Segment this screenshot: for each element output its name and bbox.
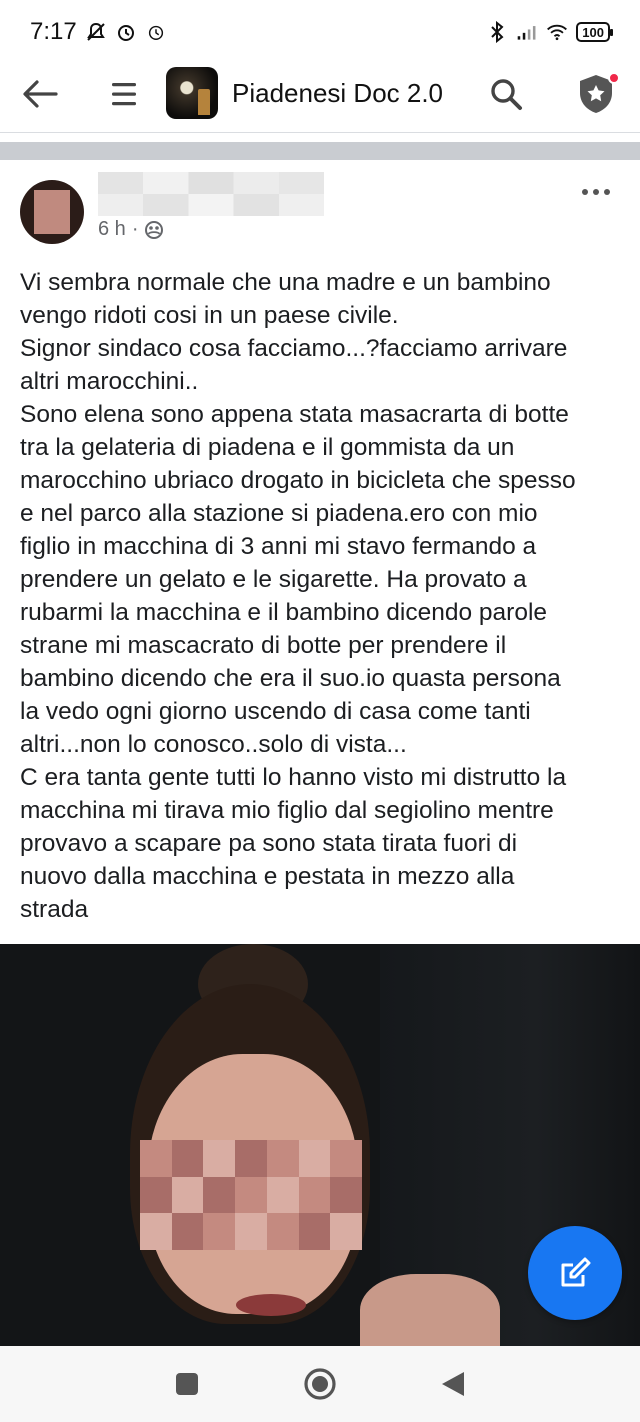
- notification-dot: [608, 72, 620, 84]
- circle-icon: [304, 1368, 336, 1400]
- home-button[interactable]: [296, 1360, 344, 1408]
- photo-pixelated-eyes: [140, 1140, 362, 1250]
- search-button[interactable]: [484, 72, 528, 116]
- system-nav-bar: [0, 1346, 640, 1422]
- admin-tools-button[interactable]: [572, 70, 620, 118]
- group-members-icon: [145, 220, 164, 239]
- back-button[interactable]: [18, 72, 62, 116]
- status-right: 100: [486, 21, 613, 43]
- app-bar-divider: [0, 132, 640, 133]
- group-avatar[interactable]: [166, 67, 218, 119]
- triangle-back-icon: [442, 1372, 465, 1396]
- author-name-redacted[interactable]: [98, 172, 324, 216]
- wifi-icon: [546, 21, 568, 43]
- alarm-icon: [115, 21, 137, 43]
- photo-shoulder: [360, 1274, 500, 1346]
- more-horizontal-icon: [582, 189, 610, 195]
- status-left: 7:17: [30, 18, 167, 46]
- author-avatar[interactable]: [20, 180, 84, 244]
- signal-icon: [516, 21, 538, 43]
- post-meta: 6 h ·: [98, 218, 164, 241]
- clock-icon: [145, 21, 167, 43]
- post-text: Vi sembra normale che una madre e un bam…: [20, 269, 576, 923]
- square-icon: [175, 1373, 198, 1395]
- mute-icon: [85, 21, 107, 43]
- post-time[interactable]: 6 h: [98, 218, 126, 241]
- app-bar: Piadenesi Doc 2.0: [0, 64, 640, 126]
- hamburger-menu-icon: [112, 83, 136, 106]
- status-bar: 7:17 100: [0, 0, 640, 64]
- menu-button[interactable]: [102, 72, 146, 116]
- back-nav-button[interactable]: [429, 1360, 477, 1408]
- recents-button[interactable]: [163, 1360, 211, 1408]
- status-time: 7:17: [30, 18, 77, 45]
- search-icon: [491, 79, 522, 110]
- section-separator: [0, 142, 640, 160]
- arrow-left-icon: [23, 80, 58, 108]
- battery-indicator: 100: [576, 22, 613, 42]
- edit-icon: [561, 1257, 591, 1287]
- compose-post-button[interactable]: [528, 1226, 622, 1320]
- meta-separator: ·: [131, 218, 139, 240]
- post-options-button[interactable]: [576, 178, 616, 206]
- photo-mouth: [236, 1294, 306, 1316]
- bluetooth-icon: [486, 21, 508, 43]
- group-title[interactable]: Piadenesi Doc 2.0: [232, 78, 443, 109]
